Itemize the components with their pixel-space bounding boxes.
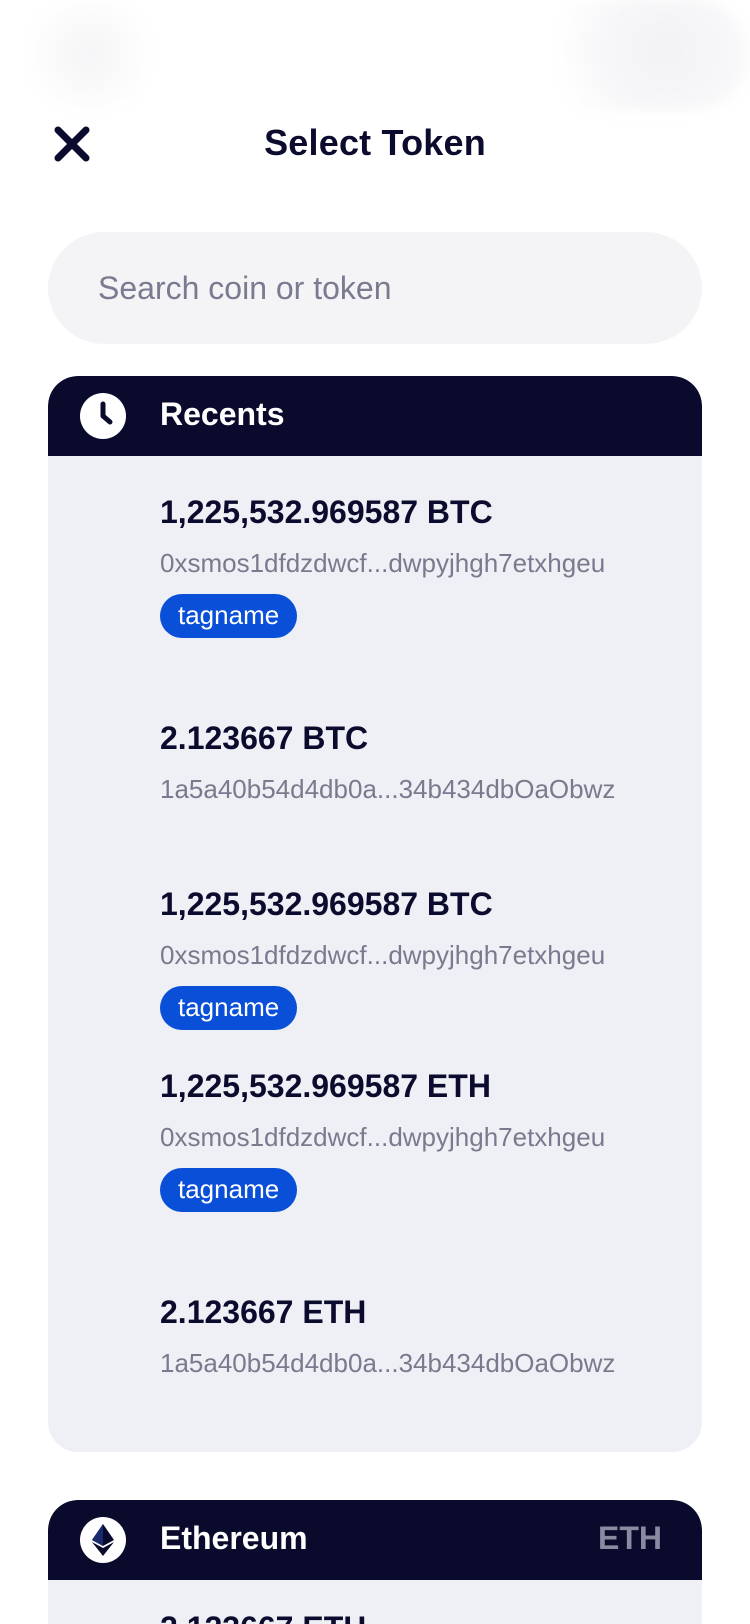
token-amount: 1,225,532.969587 BTC bbox=[160, 886, 493, 922]
token-address: 0xsmos1dfdzdwcf...dwpyjhgh7etxhgeu bbox=[160, 548, 606, 578]
ethereum-header[interactable]: Ethereum ETH bbox=[48, 1500, 702, 1580]
token-address: 0xsmos1dfdzdwcf...dwpyjhgh7etxhgeu bbox=[160, 1122, 606, 1152]
tag-badge: tagname bbox=[160, 594, 298, 638]
token-amount: 2.123667 ETH bbox=[160, 1608, 702, 1624]
token-amount: 2.123667 BTC bbox=[160, 720, 369, 756]
recents-section: Recents 1,225,532.969587 BTC 0xsmos1dfdz… bbox=[48, 376, 702, 1452]
list-item[interactable]: 1,225,532.969587 ETH 0xsmos1dfdzdwcf...d… bbox=[48, 1066, 702, 1212]
header: Select Token bbox=[0, 110, 750, 182]
search-bar[interactable] bbox=[48, 232, 702, 344]
token-address: 0xsmos1dfdzdwcf...dwpyjhgh7etxhgeu bbox=[160, 940, 606, 970]
token-amount: 1,225,532.969587 ETH bbox=[160, 1068, 491, 1104]
token-amount: 2.123667 ETH bbox=[160, 1294, 367, 1330]
page-title: Select Token bbox=[264, 122, 486, 163]
clock-icon bbox=[80, 393, 126, 439]
select-token-screen: Select Token Recents 1,225,532.969587 BT… bbox=[0, 0, 750, 1624]
list-item[interactable]: 1,225,532.969587 BTC 0xsmos1dfdzdwcf...d… bbox=[48, 884, 702, 1030]
search-input[interactable] bbox=[96, 268, 660, 308]
token-address: 1a5a40b54d4db0a...34b434dbOaObwz bbox=[160, 774, 616, 804]
list-item[interactable]: 2.123667 ETH 1a5a40b54d4db0a...34b434dbO… bbox=[48, 1292, 702, 1380]
ethereum-icon bbox=[80, 1517, 126, 1563]
tag-badge: tagname bbox=[160, 1168, 298, 1212]
recents-title: Recents bbox=[160, 396, 285, 432]
blurred-background-shape bbox=[20, 0, 160, 110]
tag-badge: tagname bbox=[160, 986, 298, 1030]
token-address: 1a5a40b54d4db0a...34b434dbOaObwz bbox=[160, 1348, 616, 1378]
ethereum-symbol: ETH bbox=[598, 1520, 662, 1556]
list-item[interactable]: 2.123667 BTC 1a5a40b54d4db0a...34b434dbO… bbox=[48, 718, 702, 806]
ethereum-section: Ethereum ETH 2.123667 ETH bbox=[48, 1500, 702, 1624]
list-item[interactable]: 1,225,532.969587 BTC 0xsmos1dfdzdwcf...d… bbox=[48, 492, 702, 638]
list-item[interactable]: 2.123667 ETH bbox=[48, 1608, 702, 1624]
recents-header: Recents bbox=[48, 376, 702, 456]
token-amount: 1,225,532.969587 BTC bbox=[160, 494, 493, 530]
blurred-background-shape bbox=[540, 0, 750, 110]
ethereum-title: Ethereum bbox=[160, 1520, 308, 1556]
